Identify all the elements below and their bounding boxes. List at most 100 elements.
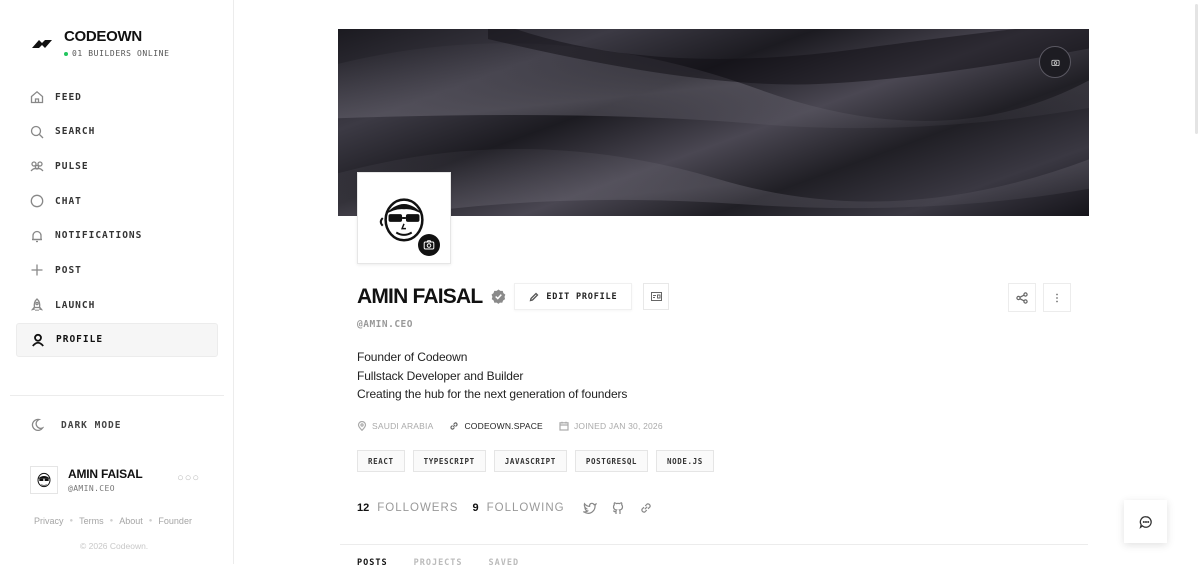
search-icon xyxy=(30,125,44,139)
avatar xyxy=(30,466,58,494)
current-user-handle: @AMIN.CEO xyxy=(68,484,115,493)
chain-link-icon xyxy=(640,503,651,513)
profile-joined: JOINED JAN 30, 2026 xyxy=(559,421,663,431)
page-scrollbar[interactable] xyxy=(1195,4,1198,134)
tag-javascript[interactable]: JAVASCRIPT xyxy=(493,450,567,472)
online-count: 01 BUILDERS ONLINE xyxy=(72,49,170,58)
tech-tags: REACT TYPESCRIPT JAVASCRIPT POSTGRESQL N… xyxy=(357,450,722,472)
sidebar-item-label: PROFILE xyxy=(56,334,104,346)
sidebar-nav: FEED SEARCH PULSE CHAT NOTIFICATIONS POS… xyxy=(16,80,218,358)
footer-separator: ● xyxy=(148,518,153,524)
followers-count: 12 xyxy=(357,502,370,514)
sidebar-item-launch[interactable]: LAUNCH xyxy=(16,288,218,322)
share-button[interactable] xyxy=(1008,283,1036,312)
tag-typescript[interactable]: TYPESCRIPT xyxy=(412,450,486,472)
avatar-illustration-icon xyxy=(37,472,51,488)
tabs-divider xyxy=(340,544,1088,545)
profile-name: AMIN FAISAL xyxy=(357,284,483,308)
edit-profile-label: EDIT PROFILE xyxy=(546,291,618,302)
tag-react[interactable]: REACT xyxy=(357,450,405,472)
chat-fab-button[interactable] xyxy=(1124,500,1167,543)
camera-icon xyxy=(423,240,435,250)
footer-link-privacy[interactable]: Privacy xyxy=(34,516,64,526)
profile-handle: @AMIN.CEO xyxy=(357,319,413,330)
change-avatar-button[interactable] xyxy=(418,234,440,256)
profile-stats: 12 FOLLOWERS 9 FOLLOWING xyxy=(357,498,667,518)
sidebar-item-label: SEARCH xyxy=(55,126,96,138)
sidebar: CODEOWN 01 BUILDERS ONLINE FEED SEARCH P… xyxy=(0,0,234,564)
twitter-icon xyxy=(581,502,597,514)
sidebar-item-label: CHAT xyxy=(55,195,82,207)
calendar-icon xyxy=(559,421,569,431)
tag-nodejs[interactable]: NODE.JS xyxy=(656,450,714,472)
github-link[interactable] xyxy=(611,501,625,515)
rocket-icon xyxy=(30,298,44,312)
followers-label: FOLLOWERS xyxy=(377,502,459,514)
sidebar-item-pulse[interactable]: PULSE xyxy=(16,149,218,183)
bio-line: Founder of Codeown xyxy=(357,350,468,364)
plus-icon xyxy=(31,264,43,276)
dark-mode-label: DARK MODE xyxy=(61,419,122,431)
message-icon xyxy=(1139,515,1152,529)
footer-link-founder[interactable]: Founder xyxy=(158,516,192,526)
profile-tabs: POSTS PROJECTS SAVED xyxy=(357,558,545,568)
tab-projects[interactable]: PROJECTS xyxy=(414,558,463,568)
user-menu-icon[interactable]: ○○○ xyxy=(177,472,200,484)
joined-date: JOINED JAN 30, 2026 xyxy=(573,421,663,431)
brand[interactable]: CODEOWN 01 BUILDERS ONLINE xyxy=(30,28,170,58)
moon-icon xyxy=(31,418,44,432)
current-user[interactable]: AMIN FAISAL @AMIN.CEO ○○○ xyxy=(30,464,202,496)
followers-stat[interactable]: 12 FOLLOWERS xyxy=(357,502,458,514)
sidebar-item-feed[interactable]: FEED xyxy=(16,80,218,114)
bio-line: Fullstack Developer and Builder xyxy=(357,368,524,383)
pencil-icon xyxy=(529,292,539,301)
profile-bio: Founder of Codeown Fullstack Developer a… xyxy=(357,348,627,404)
codeown-logo-icon xyxy=(32,40,52,48)
github-icon xyxy=(612,502,623,514)
tag-postgresql[interactable]: POSTGRESQL xyxy=(574,450,649,472)
profile-meta: SAUDI ARABIA CODEOWN.SPACE JOINED JAN 30… xyxy=(357,421,679,431)
bell-icon xyxy=(32,230,42,242)
share-icon xyxy=(1016,291,1028,304)
tab-posts[interactable]: POSTS xyxy=(357,558,388,568)
link-external[interactable] xyxy=(639,501,653,515)
more-options-button[interactable] xyxy=(1043,283,1071,312)
link-icon xyxy=(450,422,459,430)
sidebar-item-label: POST xyxy=(55,264,82,276)
sidebar-item-notifications[interactable]: NOTIFICATIONS xyxy=(16,219,218,253)
profile-header: AMIN FAISAL EDIT PROFILE xyxy=(357,283,670,310)
bio-line: Creating the hub for the next generation… xyxy=(357,387,628,402)
sidebar-item-label: PULSE xyxy=(55,160,89,172)
sidebar-item-label: LAUNCH xyxy=(55,299,96,311)
social-links xyxy=(581,501,667,515)
current-user-name: AMIN FAISAL xyxy=(68,467,143,481)
online-dot xyxy=(64,51,68,56)
profile-card-button[interactable] xyxy=(643,283,670,310)
camera-icon xyxy=(1050,59,1060,66)
more-vertical-icon xyxy=(1056,293,1058,302)
sidebar-item-search[interactable]: SEARCH xyxy=(16,115,218,149)
sidebar-divider xyxy=(10,395,224,396)
twitter-link[interactable] xyxy=(581,501,597,515)
footer-link-about[interactable]: About xyxy=(119,516,143,526)
online-status: 01 BUILDERS ONLINE xyxy=(64,49,170,58)
id-card-icon xyxy=(650,292,662,301)
footer-links: Privacy ● Terms ● About ● Founder xyxy=(34,516,192,526)
following-label: FOLLOWING xyxy=(486,502,565,514)
user-icon xyxy=(32,333,44,347)
sidebar-item-profile[interactable]: PROFILE xyxy=(16,322,218,357)
change-cover-button[interactable] xyxy=(1039,46,1071,78)
dark-mode-toggle[interactable]: DARK MODE xyxy=(30,410,121,440)
sidebar-item-chat[interactable]: CHAT xyxy=(16,184,218,218)
profile-location: SAUDI ARABIA xyxy=(357,421,433,431)
home-icon xyxy=(30,90,44,104)
following-count: 9 xyxy=(472,502,479,514)
following-stat[interactable]: 9 FOLLOWING xyxy=(472,502,564,514)
website-link[interactable]: CODEOWN.SPACE xyxy=(464,421,542,431)
profile-website[interactable]: CODEOWN.SPACE xyxy=(449,421,543,431)
edit-profile-button[interactable]: EDIT PROFILE xyxy=(514,283,633,310)
sidebar-item-label: NOTIFICATIONS xyxy=(55,230,143,242)
footer-link-terms[interactable]: Terms xyxy=(79,516,104,526)
tab-saved[interactable]: SAVED xyxy=(489,558,520,568)
sidebar-item-post[interactable]: POST xyxy=(16,253,218,287)
